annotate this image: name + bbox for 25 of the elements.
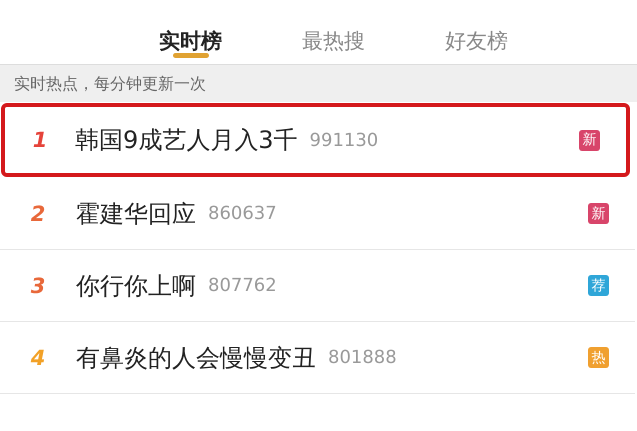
highlighted-list-row[interactable]: 1 韩国9成艺人月入3千 991130 新 (1, 103, 630, 177)
rank-number: 3 (30, 274, 46, 298)
topic-badge: 新 (588, 203, 609, 224)
notice-text: 实时热点，每分钟更新一次 (0, 64, 637, 102)
search-count: 801888 (328, 347, 397, 368)
tab[interactable]: 实时榜 (159, 0, 222, 64)
rank-number: 1 (32, 128, 48, 152)
topic-title: 你行你上啊 (76, 270, 196, 302)
topic-title: 韩国9成艺人月入3千 (75, 125, 298, 156)
active-tab-indicator (172, 53, 208, 58)
search-count: 807762 (208, 275, 277, 296)
topic-title: 霍建华回应 (76, 198, 196, 230)
list-row[interactable]: 3 你行你上啊 807762 荐 (0, 250, 635, 322)
list-row[interactable]: 2 霍建华回应 860637 新 (0, 178, 635, 250)
tab[interactable]: 最热搜 (302, 0, 365, 64)
topic-badge: 荐 (588, 275, 609, 296)
topic-badge: 新 (579, 130, 600, 150)
topic-title: 有鼻炎的人会慢慢变丑 (76, 342, 316, 374)
search-count: 860637 (208, 203, 277, 224)
tab[interactable]: 好友榜 (445, 0, 508, 64)
search-count: 991130 (310, 130, 378, 150)
rank-number: 2 (30, 202, 46, 226)
list-row[interactable]: 4 有鼻炎的人会慢慢变丑 801888 热 (0, 322, 635, 394)
rank-number: 4 (30, 346, 46, 370)
topic-badge: 热 (588, 347, 609, 368)
